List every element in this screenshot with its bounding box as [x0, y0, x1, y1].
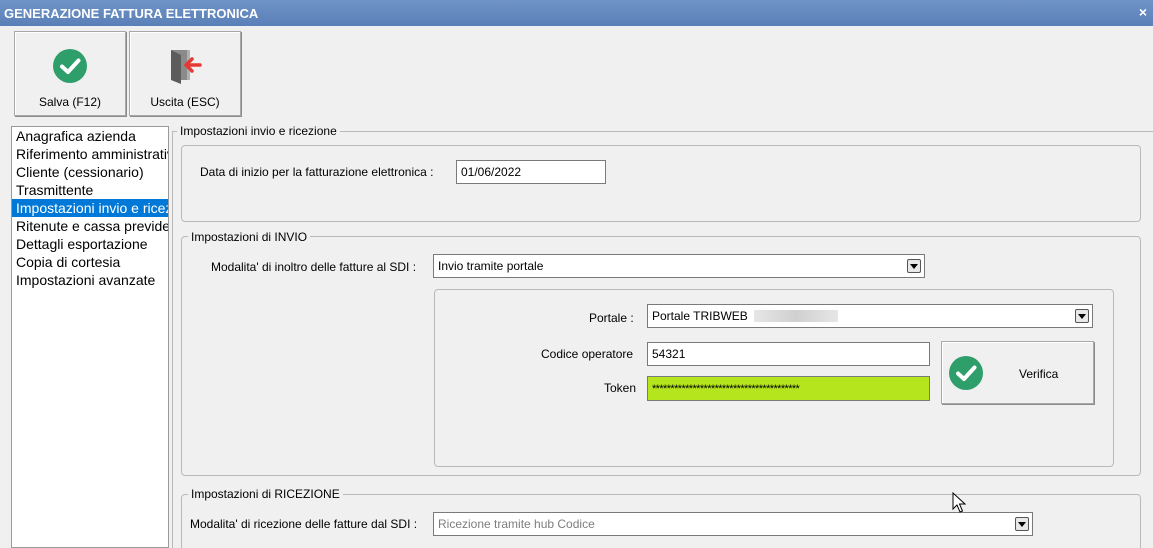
redacted-portal-suffix: [753, 310, 838, 322]
nav-item-anagrafica-azienda[interactable]: Anagrafica azienda: [12, 127, 168, 145]
portal-label: Portale :: [589, 311, 634, 325]
operator-code-field[interactable]: 54321: [647, 342, 930, 366]
mouse-cursor-icon: [952, 491, 967, 517]
nav-item-copia-cortesia[interactable]: Copia di cortesia: [12, 253, 168, 271]
start-date-label: Data di inizio per la fatturazione elett…: [200, 165, 434, 179]
verify-button[interactable]: Verifica: [941, 341, 1094, 404]
portal-select[interactable]: Portale TRIBWEB: [647, 304, 1093, 328]
nav-item-dettagli-esportazione[interactable]: Dettagli esportazione: [12, 235, 168, 253]
ricezione-mode-select[interactable]: Ricezione tramite hub Codice: [433, 512, 1033, 536]
invio-mode-select[interactable]: Invio tramite portale: [433, 254, 925, 278]
portal-value: Portale TRIBWEB: [652, 309, 748, 323]
nav-item-cliente-cessionario[interactable]: Cliente (cessionario): [12, 163, 168, 181]
save-button-label: Salva (F12): [38, 95, 102, 109]
close-icon[interactable]: ×: [1139, 4, 1147, 20]
start-date-field[interactable]: 01/06/2022: [456, 160, 606, 184]
exit-door-icon: [167, 46, 203, 87]
chevron-down-icon[interactable]: [907, 259, 921, 273]
token-field[interactable]: ****************************************: [647, 376, 930, 401]
nav-item-trasmittente[interactable]: Trasmittente: [12, 181, 168, 199]
chevron-down-icon[interactable]: [1015, 517, 1029, 531]
verify-button-label: Verifica: [1019, 367, 1059, 381]
exit-button[interactable]: Uscita (ESC): [129, 31, 241, 116]
nav-item-ritenute-cassa[interactable]: Ritenute e cassa previdenziale: [12, 217, 168, 235]
check-circle-icon: [948, 355, 984, 394]
section-left-border: [172, 131, 173, 548]
section-title: Impostazioni invio e ricezione: [177, 124, 340, 138]
settings-section-list[interactable]: Anagrafica azienda Riferimento amministr…: [11, 126, 169, 548]
window-title: GENERAZIONE FATTURA ELETTRONICA: [4, 5, 259, 21]
start-date-group: [181, 145, 1141, 222]
operator-code-label: Codice operatore: [541, 347, 634, 361]
ricezione-group-title: Impostazioni di RICEZIONE: [188, 487, 343, 501]
check-circle-icon: [52, 48, 88, 87]
nav-item-impostazioni-invio-ricezione[interactable]: Impostazioni invio e ricezione: [12, 199, 168, 217]
invio-mode-value: Invio tramite portale: [438, 259, 544, 273]
window-titlebar: GENERAZIONE FATTURA ELETTRONICA ×: [0, 0, 1153, 26]
chevron-down-icon[interactable]: [1075, 309, 1089, 323]
invio-mode-label: Modalita' di inoltro delle fatture al SD…: [211, 260, 417, 274]
save-button[interactable]: Salva (F12): [14, 31, 126, 116]
exit-button-label: Uscita (ESC): [150, 95, 220, 109]
token-label: Token: [604, 381, 637, 395]
nav-item-riferimento-amministrativo[interactable]: Riferimento amministrativo: [12, 145, 168, 163]
ricezione-mode-label: Modalita' di ricezione delle fatture dal…: [190, 517, 418, 531]
ricezione-mode-value: Ricezione tramite hub Codice: [438, 517, 595, 531]
invio-group-title: Impostazioni di INVIO: [188, 230, 311, 244]
nav-item-impostazioni-avanzate[interactable]: Impostazioni avanzate: [12, 271, 168, 289]
